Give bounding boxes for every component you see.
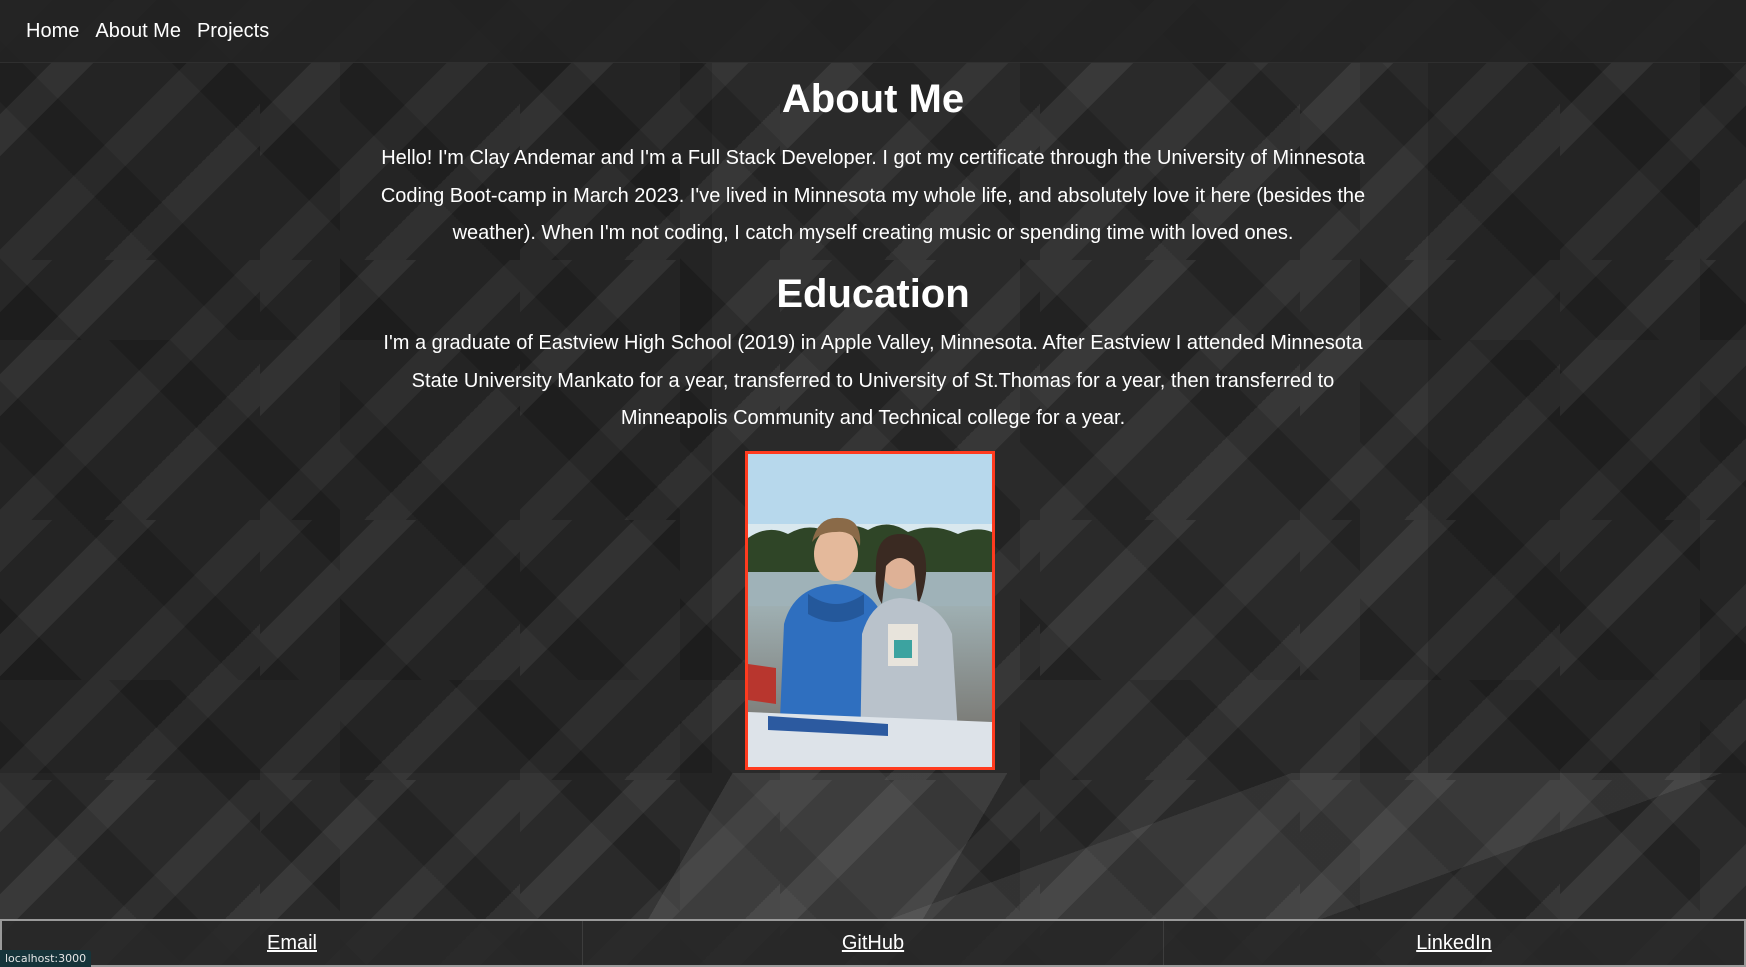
browser-status-url: localhost:3000: [0, 950, 92, 967]
footer: Email GitHub LinkedIn: [0, 919, 1746, 967]
footer-link-linkedin[interactable]: LinkedIn: [1416, 932, 1492, 955]
education-paragraph: I'm a graduate of Eastview High School (…: [383, 332, 1363, 429]
footer-cell-github: GitHub: [583, 921, 1164, 965]
nav-link-home[interactable]: Home: [26, 19, 79, 43]
footer-cell-linkedin: LinkedIn: [1164, 921, 1744, 965]
nav-link-about-me[interactable]: About Me: [95, 19, 181, 43]
background-texture: [0, 773, 1746, 921]
profile-photo-illustration: [748, 454, 992, 767]
top-navbar: Home About Me Projects: [0, 0, 1746, 63]
about-heading: About Me: [781, 77, 965, 121]
education-heading: Education: [776, 272, 970, 316]
footer-link-github[interactable]: GitHub: [842, 932, 904, 955]
profile-photo: [745, 451, 995, 770]
about-paragraph: Hello! I'm Clay Andemar and I'm a Full S…: [380, 147, 1366, 244]
nav-link-projects[interactable]: Projects: [197, 19, 269, 43]
footer-link-email[interactable]: Email: [267, 932, 317, 955]
content-panel-right: [1428, 62, 1746, 773]
